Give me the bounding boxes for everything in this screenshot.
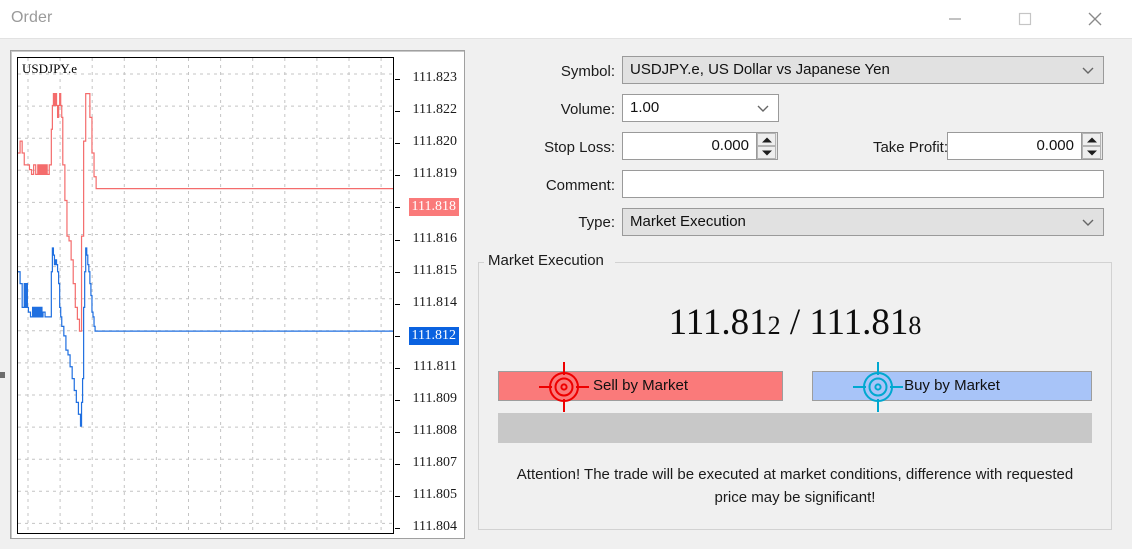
arrow-down-icon — [1086, 150, 1097, 155]
market-execution-legend: Market Execution — [484, 252, 608, 269]
price-scale-label: 111.819 — [412, 166, 457, 182]
type-value: Market Execution — [630, 213, 746, 230]
bid-price-main: 111.81 — [668, 302, 768, 343]
price-scale-tick — [395, 239, 400, 241]
arrow-up-icon — [1086, 137, 1097, 142]
order-form: Symbol: USDJPY.e, US Dollar vs Japanese … — [470, 48, 1120, 540]
price-scale-label: 111.814 — [412, 294, 457, 310]
buy-button-label: Buy by Market — [904, 377, 1000, 394]
tick-chart-panel[interactable]: USDJPY.e 111.823 111.822 111.820 111.819 111… — [10, 50, 465, 539]
price-scale-label: 111.812 — [408, 326, 459, 345]
chart-symbol-label: USDJPY.e — [22, 61, 78, 76]
price-scale-tick — [395, 79, 400, 80]
chevron-down-icon — [1082, 219, 1094, 226]
price-scale-tick — [395, 400, 400, 401]
price-scale-tick — [395, 528, 400, 530]
price-scale-label: 111.809 — [412, 391, 457, 406]
tick-line-ask — [18, 93, 393, 332]
take-profit-label: Take Profit: — [872, 139, 948, 156]
price-scale-tick — [395, 496, 400, 498]
sell-by-market-button[interactable]: Sell by Market — [498, 362, 783, 412]
price-scale-tick — [395, 367, 400, 369]
close-icon — [1088, 12, 1102, 26]
maximize-icon — [1018, 12, 1032, 26]
arrow-up-icon — [761, 137, 772, 142]
volume-label: Volume: — [560, 101, 615, 118]
tick-line-bid — [18, 247, 393, 427]
price-scale[interactable]: 111.823 111.822 111.820 111.819 111.818 111.8… — [395, 57, 459, 535]
price-scale-tick — [395, 271, 400, 273]
symbol-select[interactable]: USDJPY.e, US Dollar vs Japanese Yen — [622, 56, 1104, 84]
stop-loss-increment-button[interactable] — [757, 133, 776, 146]
quote-separator: / — [780, 302, 810, 343]
window-title: Order — [11, 9, 53, 26]
take-profit-input[interactable]: 0.000 — [947, 132, 1082, 160]
comment-input-wrapper[interactable] — [622, 170, 1104, 198]
price-scale-label: 111.805 — [412, 487, 457, 503]
take-profit-stepper[interactable] — [1082, 132, 1103, 160]
comment-label: Comment: — [545, 177, 615, 194]
bid-ask-quote: 111.812 / 111.818 — [470, 301, 1120, 344]
volume-value: 1.00 — [630, 99, 660, 116]
take-profit-decrement-button[interactable] — [1082, 146, 1101, 159]
price-scale-label: 111.816 — [412, 230, 457, 246]
price-scale-tick — [395, 432, 400, 434]
bid-price-last-digit: 2 — [767, 311, 781, 340]
price-scale-label: 111.822 — [412, 102, 457, 118]
window-title-bar: Order — [0, 0, 1132, 39]
price-scale-tick — [395, 335, 400, 337]
price-scale-tick — [395, 111, 400, 113]
price-scale-label: 111.808 — [412, 423, 457, 439]
close-button[interactable] — [1072, 0, 1118, 38]
stop-loss-label: Stop Loss: — [544, 139, 615, 156]
price-scale-tick — [395, 303, 400, 305]
maximize-button[interactable] — [1002, 0, 1048, 38]
ask-price-last-digit: 8 — [908, 311, 922, 340]
volume-select[interactable]: 1.00 — [622, 94, 779, 122]
group-border-right — [615, 262, 1112, 263]
chevron-down-icon — [757, 105, 769, 112]
execution-progress-bar — [498, 413, 1092, 443]
minimize-icon — [949, 18, 961, 20]
arrow-down-icon — [761, 150, 772, 155]
type-label: Type: — [578, 214, 615, 231]
price-scale-label: 111.804 — [412, 519, 457, 535]
price-scale-label: 111.820 — [412, 134, 457, 150]
buy-by-market-button[interactable]: Buy by Market — [812, 362, 1092, 412]
stop-loss-stepper[interactable] — [757, 132, 778, 160]
price-scale-label: 111.811 — [413, 358, 457, 374]
sell-button-label: Sell by Market — [592, 377, 689, 394]
type-select[interactable]: Market Execution — [622, 208, 1104, 236]
chevron-down-icon — [1082, 67, 1094, 74]
symbol-label: Symbol: — [560, 63, 615, 80]
stop-loss-value: 0.000 — [711, 137, 749, 154]
ask-price-main: 111.81 — [809, 302, 909, 343]
tick-chart-plot[interactable]: USDJPY.e — [17, 57, 394, 534]
price-scale-tick — [395, 175, 400, 177]
minimize-button[interactable] — [932, 0, 978, 38]
comment-input[interactable] — [623, 171, 1103, 197]
tick-chart-series — [18, 93, 393, 427]
price-scale-tick — [395, 464, 400, 466]
stop-loss-decrement-button[interactable] — [757, 146, 776, 159]
price-scale-tick — [395, 143, 400, 145]
take-profit-increment-button[interactable] — [1082, 133, 1101, 146]
price-scale-label: 111.815 — [412, 262, 457, 278]
price-scale-label: 111.807 — [412, 455, 457, 471]
stop-loss-input[interactable]: 0.000 — [622, 132, 757, 160]
price-scale-label: 111.823 — [412, 70, 457, 85]
price-scale-tick — [395, 207, 400, 209]
price-scale-label: 111.818 — [408, 198, 459, 217]
symbol-value: USDJPY.e, US Dollar vs Japanese Yen — [630, 61, 890, 78]
attention-message: Attention! The trade will be executed at… — [516, 466, 1074, 506]
take-profit-value: 0.000 — [1036, 137, 1074, 154]
window-edge-artifact — [0, 372, 5, 378]
